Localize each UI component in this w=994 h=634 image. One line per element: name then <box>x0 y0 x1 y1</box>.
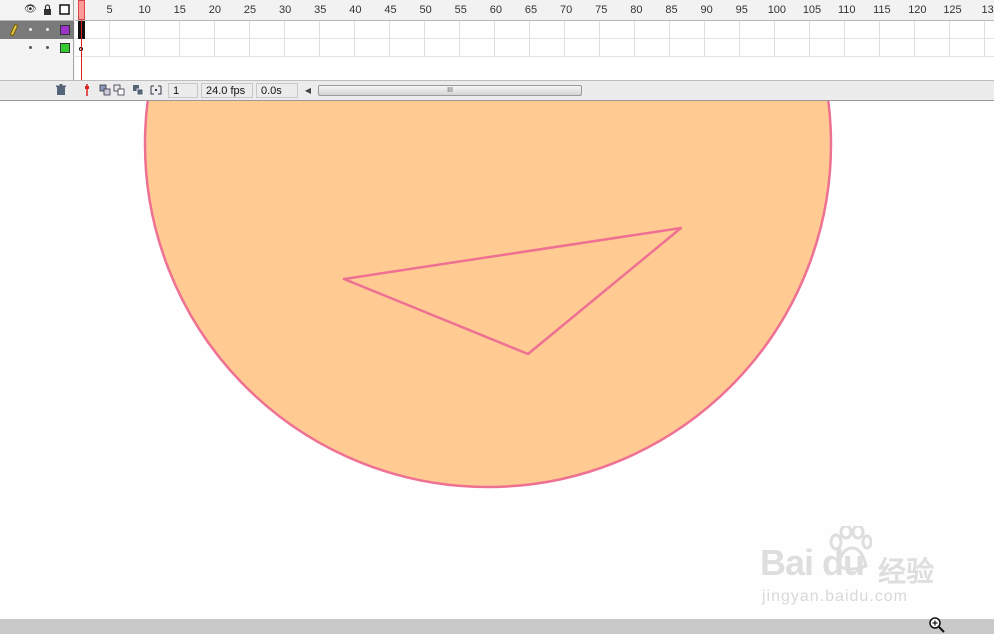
layer-color-swatch[interactable] <box>60 43 70 53</box>
ruler-tick-label: 45 <box>384 4 397 16</box>
frame-ruler[interactable]: 5 10 15 20 25 30 35 40 45 50 55 60 65 70 75 80 85 90 95 100… <box>75 0 994 21</box>
ruler-tick-label: 90 <box>700 4 713 16</box>
ruler-tick-label: 5 <box>106 4 113 16</box>
ruler-tick-label: 50 <box>419 4 432 16</box>
onion-skin-icon[interactable] <box>99 84 111 96</box>
trash-icon[interactable] <box>55 84 67 96</box>
ruler-tick-label: 30 <box>279 4 292 16</box>
frames-area[interactable]: 5 10 15 20 25 30 35 40 45 50 55 60 65 70 75 80 85 90 95 100… <box>75 0 994 80</box>
scroll-thumb[interactable]: III <box>318 85 582 96</box>
layer-row-selected[interactable] <box>0 21 74 39</box>
onion-skin-outlines-icon[interactable] <box>113 84 125 96</box>
visibility-dot[interactable] <box>29 28 32 31</box>
ruler-tick-label: 70 <box>560 4 573 16</box>
edit-multiple-frames-icon[interactable] <box>132 84 144 96</box>
watermark-brand-cn: 经验 <box>878 556 935 587</box>
frame-row[interactable] <box>75 21 994 39</box>
timeline-scrollbar[interactable]: ◀ III <box>301 84 582 97</box>
outline-icon[interactable] <box>59 4 70 15</box>
ruler-tick-label: 85 <box>665 4 678 16</box>
watermark-brand: Bai du <box>760 542 865 583</box>
center-frame-icon[interactable] <box>81 84 93 96</box>
visibility-dot[interactable] <box>29 46 32 49</box>
layer-row[interactable] <box>0 39 74 57</box>
ruler-tick-label: 15 <box>173 4 186 16</box>
ruler-tick-label: 110 <box>837 4 856 16</box>
lock-icon[interactable] <box>42 4 53 15</box>
ruler-tick-label: 60 <box>489 4 503 16</box>
layer-header: 👁 <box>0 0 74 21</box>
timeline-status-bar: 1 24.0 fps 0.0s ◀ III <box>0 80 994 101</box>
eye-icon[interactable]: 👁 <box>24 4 37 15</box>
pencil-icon <box>9 23 19 37</box>
ruler-tick-label: 105 <box>802 4 822 16</box>
ruler-tick-label: 125 <box>943 4 962 16</box>
ruler-tick-label: 13 <box>981 4 994 16</box>
ruler-tick-label: 100 <box>767 4 787 16</box>
ruler-tick-label: 10 <box>138 4 151 16</box>
ruler-tick-label: 25 <box>243 4 257 16</box>
scroll-left-arrow-icon[interactable]: ◀ <box>301 84 315 97</box>
lock-dot[interactable] <box>46 28 49 31</box>
frame-rate-field[interactable]: 24.0 fps <box>201 83 253 98</box>
timeline-panel: 👁 5 10 15 20 25 30 35 40 45 50 55 60 65 70 75 80 85 90 95 1… <box>0 0 994 101</box>
ruler-tick-label: 40 <box>349 4 362 16</box>
elapsed-time-field: 0.0s <box>256 83 298 98</box>
zoom-cursor-icon <box>929 617 945 633</box>
ruler-tick-label: 95 <box>735 4 748 16</box>
watermark-url: jingyan.baidu.com <box>762 588 908 605</box>
ruler-tick-label: 120 <box>908 4 927 16</box>
ruler-tick-label: 20 <box>208 4 222 16</box>
modify-onion-markers-icon[interactable] <box>150 84 162 96</box>
baidu-watermark: Bai du 经验 jingyan.baidu.com <box>760 526 960 616</box>
ruler-tick-label: 65 <box>524 4 538 16</box>
current-frame-field[interactable]: 1 <box>168 83 198 98</box>
frame-row[interactable] <box>75 39 994 57</box>
lock-dot[interactable] <box>46 46 49 49</box>
ruler-tick-label: 55 <box>454 4 467 16</box>
layer-color-swatch[interactable] <box>60 25 70 35</box>
ruler-tick-label: 115 <box>873 4 891 16</box>
ruler-tick-label: 75 <box>595 4 608 16</box>
bottom-scrollbar[interactable] <box>0 619 994 634</box>
ruler-tick-label: 80 <box>630 4 643 16</box>
playhead-handle[interactable] <box>78 0 85 20</box>
ruler-tick-label: 35 <box>314 4 327 16</box>
